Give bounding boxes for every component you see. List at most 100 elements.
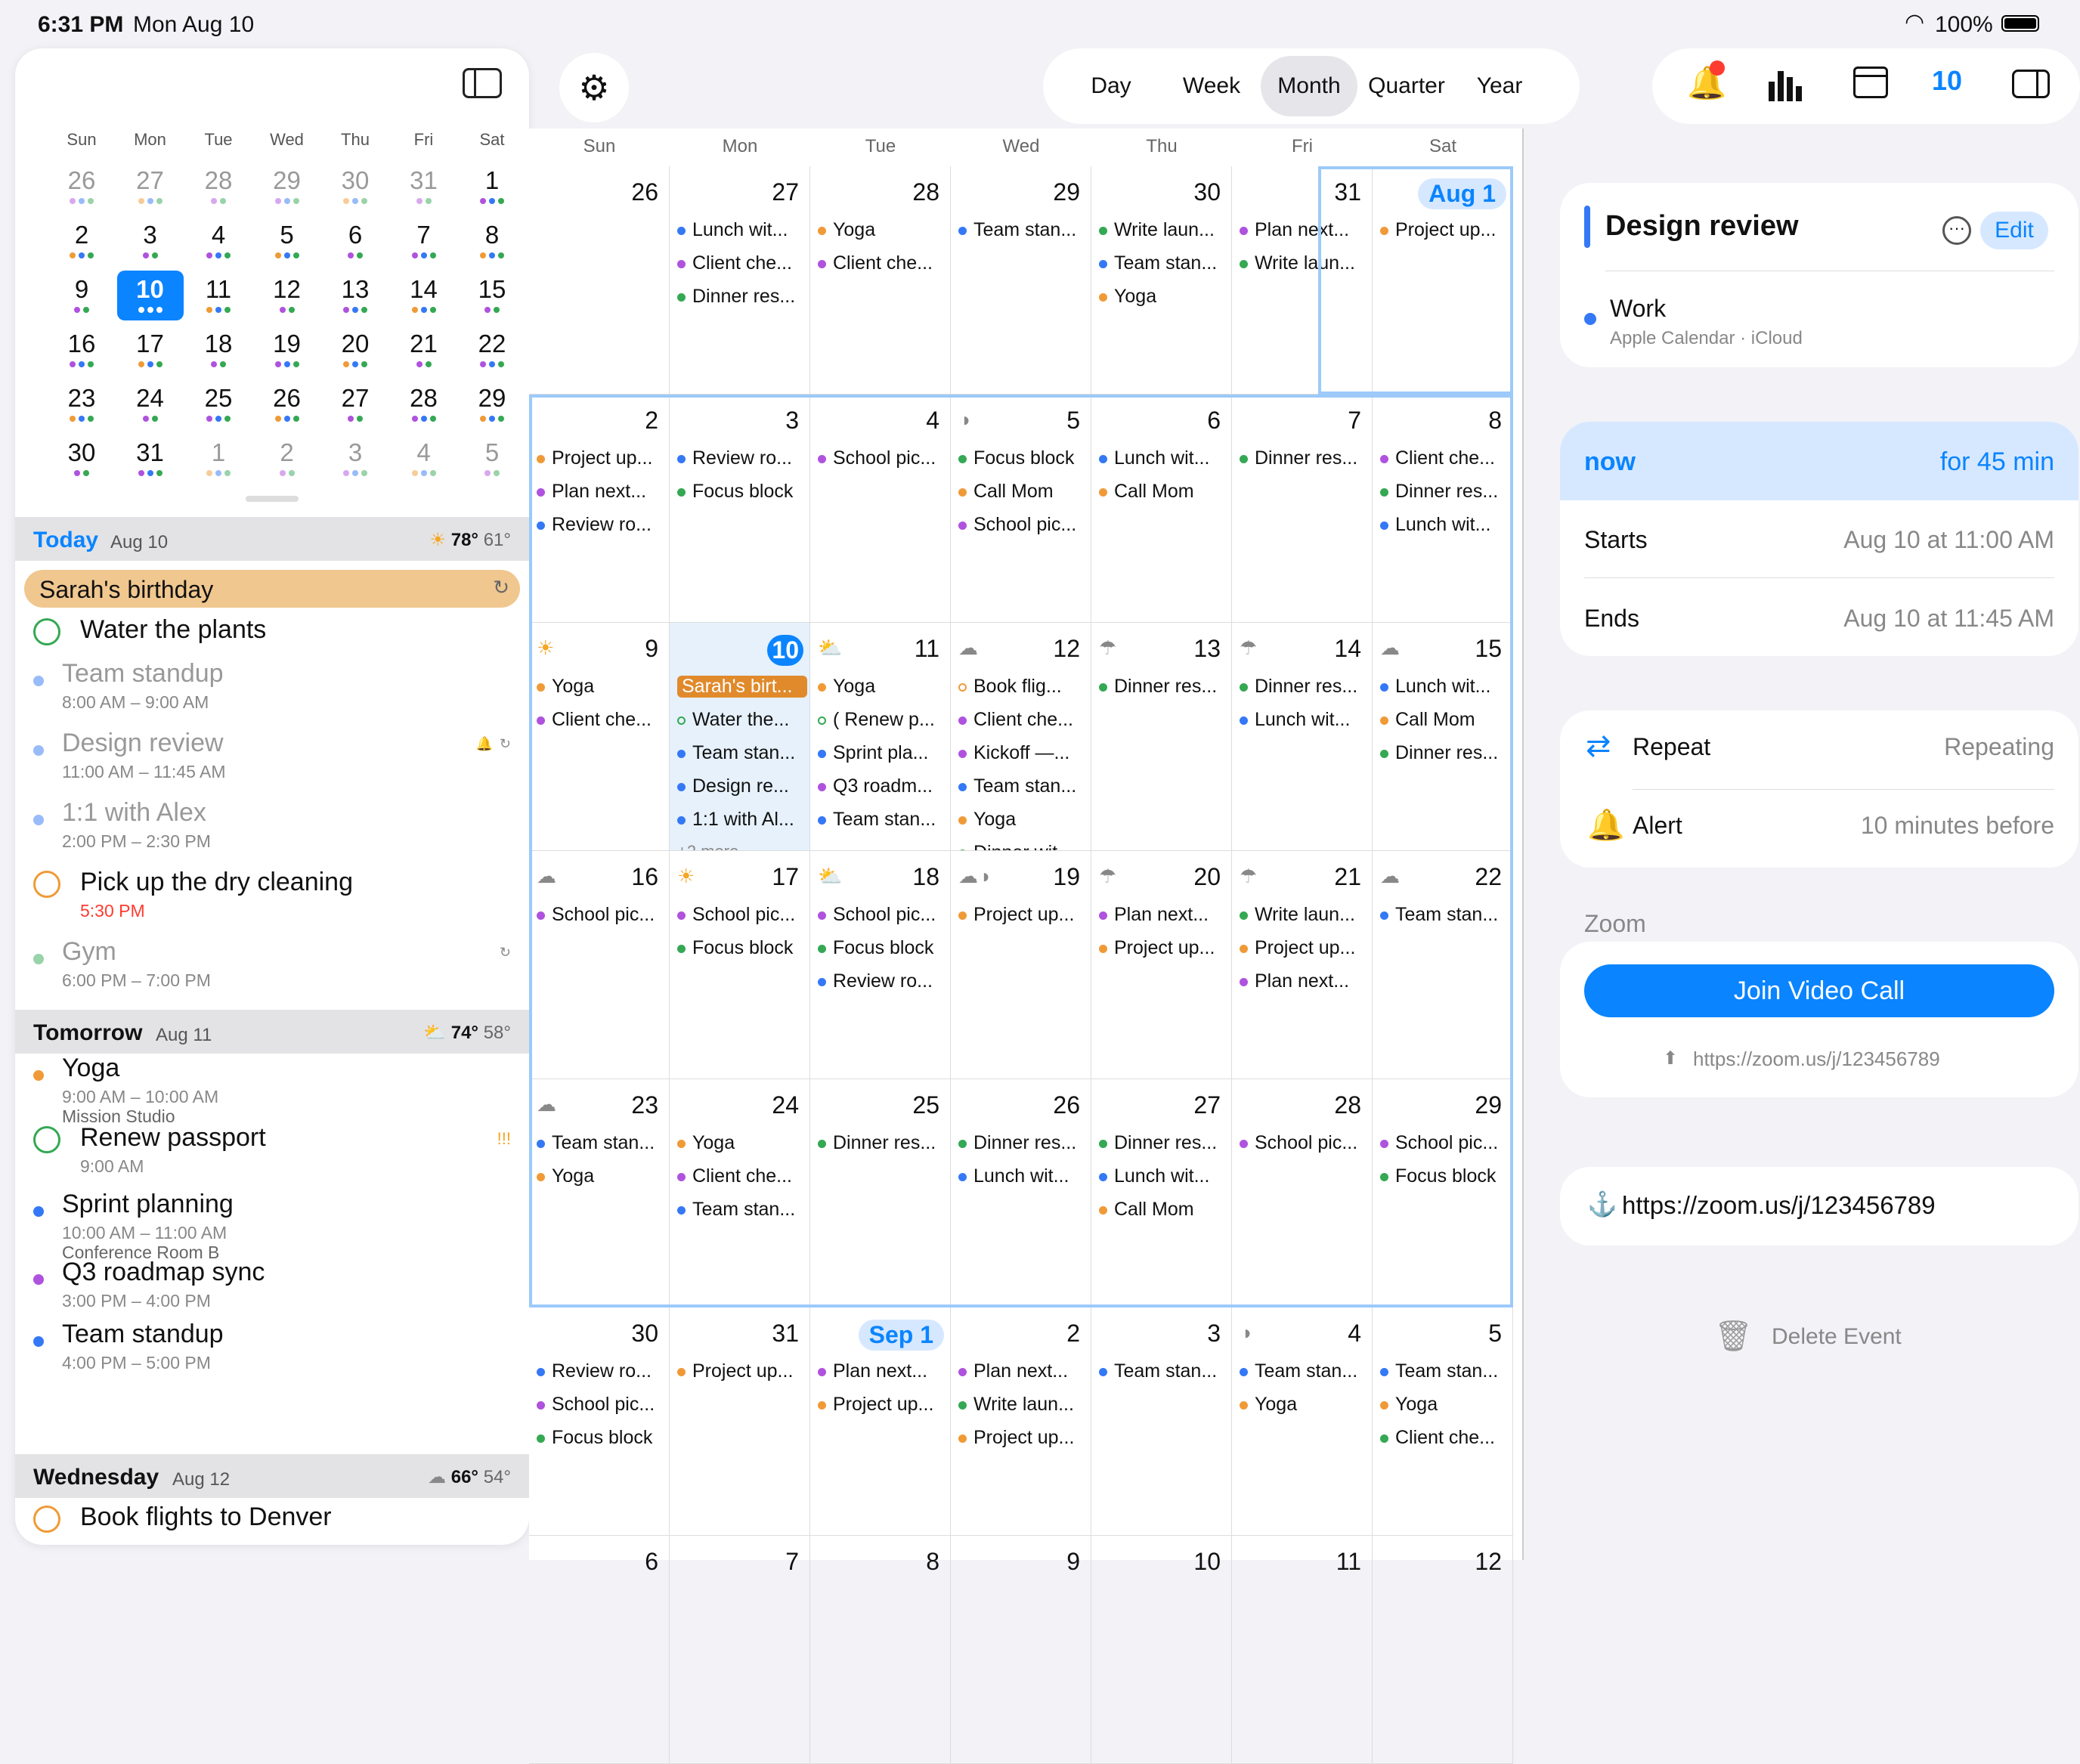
mini-day[interactable]: 10 bbox=[116, 271, 184, 320]
day-cell[interactable]: 13 ☂ Dinner res... bbox=[1091, 623, 1232, 851]
starts-value[interactable]: Aug 10 at 11:00 AM bbox=[1843, 526, 2054, 554]
view-tab-month[interactable]: Month bbox=[1261, 56, 1357, 116]
agenda-item-title[interactable]: Gym bbox=[62, 937, 116, 967]
zoom-link[interactable]: https://zoom.us/j/123456789 bbox=[1693, 1048, 1940, 1071]
day-cell[interactable]: 5 ◑ Focus block Call Mom School pic... bbox=[951, 395, 1091, 623]
mini-day[interactable]: 28 bbox=[391, 379, 457, 429]
calendar-event[interactable]: Call Mom bbox=[1380, 709, 1510, 731]
calendar-event[interactable]: Project up... bbox=[1380, 219, 1510, 241]
calendar-event[interactable]: Client che... bbox=[677, 252, 807, 274]
mini-day[interactable]: 23 bbox=[48, 379, 115, 429]
mini-day[interactable]: 15 bbox=[459, 271, 525, 320]
calendar-event[interactable]: 1:1 with Al... bbox=[677, 809, 807, 831]
agenda-item-title[interactable]: Yoga bbox=[62, 1054, 119, 1083]
view-tab-day[interactable]: Day bbox=[1073, 56, 1149, 116]
calendar-event[interactable]: Write laun... bbox=[958, 1394, 1088, 1416]
agenda-item-title[interactable]: Sprint planning bbox=[62, 1190, 234, 1219]
mini-day[interactable]: 8 bbox=[459, 216, 525, 266]
agenda-item-title[interactable]: Renew passport bbox=[80, 1123, 266, 1153]
calendar-event[interactable]: Team stan... bbox=[1099, 1360, 1229, 1382]
mini-day[interactable]: 9 bbox=[48, 271, 115, 320]
day-cell[interactable]: Aug 1 Project up... bbox=[1373, 166, 1513, 395]
day-cell[interactable]: 9 bbox=[951, 1536, 1091, 1764]
calendar-event[interactable]: Plan next... bbox=[1240, 970, 1370, 992]
mini-day[interactable]: 1 bbox=[185, 434, 252, 484]
mini-day[interactable]: 29 bbox=[254, 162, 320, 212]
mini-day[interactable]: 4 bbox=[391, 434, 457, 484]
day-cell[interactable]: 27 Lunch wit... Client che... Dinner res... bbox=[670, 166, 810, 395]
day-cell[interactable]: 8 bbox=[810, 1536, 951, 1764]
edit-button[interactable]: Edit bbox=[1980, 212, 2048, 249]
calendar-event[interactable]: Plan next... bbox=[1099, 904, 1229, 926]
calendar-event[interactable]: Review ro... bbox=[537, 1360, 667, 1382]
day-cell[interactable]: 7 Dinner res... bbox=[1232, 395, 1373, 623]
mini-day[interactable]: 16 bbox=[48, 325, 115, 375]
calendar-event[interactable]: Team stan... bbox=[1380, 904, 1510, 926]
calendar-event[interactable]: Yoga bbox=[1380, 1394, 1510, 1416]
day-cell[interactable]: 12 bbox=[1373, 1536, 1513, 1764]
calendar-event[interactable]: Sprint pla... bbox=[818, 742, 948, 764]
trash-icon[interactable]: 🗑 bbox=[1714, 1318, 1753, 1354]
calendar-event[interactable]: Focus block bbox=[537, 1427, 667, 1449]
day-cell[interactable]: 6 bbox=[529, 1536, 670, 1764]
calendar-event[interactable]: Plan next... bbox=[958, 1360, 1088, 1382]
calendar-event[interactable]: Dinner res... bbox=[1099, 1132, 1229, 1154]
day-cell[interactable]: 31 Plan next... Write laun... bbox=[1232, 166, 1373, 395]
calendar-event[interactable]: Dinner wit... bbox=[958, 842, 1088, 850]
day-cell[interactable]: 15 ☁ Lunch wit... Call Mom Dinner res... bbox=[1373, 623, 1513, 851]
calendar-event[interactable]: Team stan... bbox=[958, 775, 1088, 797]
mini-day[interactable]: 28 bbox=[185, 162, 252, 212]
mini-day[interactable]: 13 bbox=[322, 271, 388, 320]
mini-day[interactable]: 22 bbox=[459, 325, 525, 375]
mini-day[interactable]: 20 bbox=[322, 325, 388, 375]
calendar-event[interactable]: Team stan... bbox=[1240, 1360, 1370, 1382]
mini-day[interactable]: 31 bbox=[117, 434, 184, 484]
calendar-event[interactable]: Team stan... bbox=[537, 1132, 667, 1154]
agenda-item-title[interactable]: Team standup bbox=[62, 659, 224, 689]
day-cell[interactable]: 7 bbox=[670, 1536, 810, 1764]
calendar-event[interactable]: Review ro... bbox=[537, 514, 667, 536]
calendar-event[interactable]: Yoga bbox=[1099, 286, 1229, 308]
calendar-event[interactable]: Yoga bbox=[818, 676, 948, 698]
day-cell[interactable]: 28 School pic... bbox=[1232, 1079, 1373, 1308]
day-cell[interactable]: 2 Project up... Plan next... Review ro... bbox=[529, 395, 670, 623]
more-icon[interactable]: ··· bbox=[1942, 216, 1971, 245]
calendar-event[interactable]: Dinner res... bbox=[677, 286, 807, 308]
calendar-event[interactable]: Book flig... bbox=[958, 676, 1088, 698]
chart-bars-icon[interactable] bbox=[1766, 68, 1802, 101]
calendar-event[interactable]: ( Renew p... bbox=[818, 709, 948, 731]
calendar-event[interactable]: Client che... bbox=[537, 709, 667, 731]
calendar-event[interactable]: Focus block bbox=[1380, 1165, 1510, 1187]
mini-day[interactable]: 11 bbox=[185, 271, 252, 320]
calendar-event[interactable]: Plan next... bbox=[1240, 219, 1370, 241]
day-cell[interactable]: 20 ☂ Plan next... Project up... bbox=[1091, 851, 1232, 1079]
calendar-event[interactable]: School pic... bbox=[1240, 1132, 1370, 1154]
calendar-event[interactable]: Client che... bbox=[677, 1165, 807, 1187]
calendar-event[interactable]: Team stan... bbox=[677, 742, 807, 764]
calendar-event[interactable]: Lunch wit... bbox=[1380, 514, 1510, 536]
mini-day[interactable]: 31 bbox=[391, 162, 457, 212]
calendar-event[interactable]: School pic... bbox=[537, 1394, 667, 1416]
day-cell[interactable]: 3 Review ro... Focus block bbox=[670, 395, 810, 623]
day-cell[interactable]: 4 School pic... bbox=[810, 395, 951, 623]
day-cell[interactable]: 8 Client che... Dinner res... Lunch wit... bbox=[1373, 395, 1513, 623]
calendar-event[interactable]: Team stan... bbox=[1099, 252, 1229, 274]
day-cell[interactable]: 6 Lunch wit... Call Mom bbox=[1091, 395, 1232, 623]
agenda-item-title[interactable]: Water the plants bbox=[80, 615, 266, 645]
mini-day[interactable]: 12 bbox=[254, 271, 320, 320]
day-cell[interactable]: 26 Dinner res... Lunch wit... bbox=[951, 1079, 1091, 1308]
mini-day[interactable]: 26 bbox=[254, 379, 320, 429]
day-cell[interactable]: 21 ☂ Write laun... Project up... Plan next..… bbox=[1232, 851, 1373, 1079]
mini-day[interactable]: 14 bbox=[391, 271, 457, 320]
agenda-item-title[interactable]: 1:1 with Alex bbox=[62, 798, 206, 828]
mini-day[interactable]: 19 bbox=[254, 325, 320, 375]
day-cell[interactable]: 27 Dinner res... Lunch wit... Call Mom bbox=[1091, 1079, 1232, 1308]
calendar-event[interactable]: Dinner res... bbox=[1380, 742, 1510, 764]
calendar-event[interactable]: +2 more bbox=[677, 842, 807, 850]
day-cell[interactable]: 28 Yoga Client che... bbox=[810, 166, 951, 395]
day-cell[interactable]: 19 ☁◑ Project up... bbox=[951, 851, 1091, 1079]
mini-day[interactable]: 1 bbox=[459, 162, 525, 212]
day-cell[interactable]: 14 ☂ Dinner res... Lunch wit... bbox=[1232, 623, 1373, 851]
view-tab-year[interactable]: Year bbox=[1462, 56, 1537, 116]
calendar-event[interactable]: Client che... bbox=[1380, 447, 1510, 469]
